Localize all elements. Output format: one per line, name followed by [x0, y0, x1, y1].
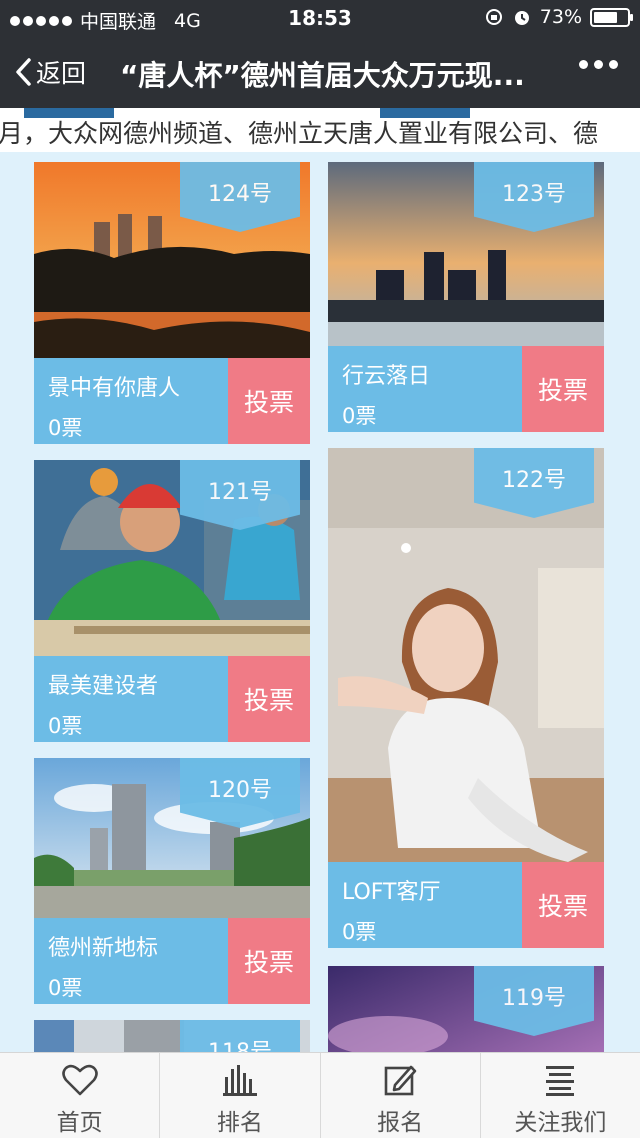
entry-name: 行云落日 [342, 364, 431, 389]
tab-signup[interactable]: 报名 [321, 1053, 481, 1138]
entry-card[interactable]: 121号 最美建设者 0票 投票 [34, 460, 310, 742]
vote-button[interactable]: 投票 [228, 358, 310, 444]
battery-icon [590, 7, 633, 27]
entry-info: LOFT客厅 0票 [328, 862, 522, 948]
back-label: 返回 [36, 59, 87, 88]
entry-name: 德州新地标 [48, 936, 159, 961]
rotation-lock-icon [485, 9, 502, 25]
entry-info: 德州新地标 0票 [34, 918, 228, 1004]
entry-name: 最美建设者 [48, 674, 159, 699]
entry-votes: 0票 [48, 416, 83, 440]
bottom-tab-bar: 首页 排名 报名 关注我们 [0, 1052, 640, 1138]
entry-votes: 0票 [48, 976, 83, 1000]
entry-name: LOFT客厅 [342, 880, 441, 905]
battery-percent: 73% [539, 6, 582, 28]
bar-chart-icon [222, 1065, 257, 1096]
tab-label: 排名 [216, 1110, 263, 1136]
vote-button[interactable]: 投票 [228, 656, 310, 742]
entry-votes: 0票 [342, 404, 377, 428]
entry-votes: 0票 [342, 920, 377, 944]
entry-card[interactable]: 122号 LOFT客厅 0票 投票 [328, 448, 604, 948]
announcement-marquee: 月，大众网德州频道、德州立天唐人置业有限公司、德 [0, 108, 640, 152]
entry-votes: 0票 [48, 714, 83, 738]
page-title: “唐人杯”德州首届大众万元现... [120, 59, 525, 92]
chevron-left-icon [16, 58, 31, 86]
alarm-icon [514, 11, 529, 25]
heart-icon [61, 1064, 98, 1096]
entry-name: 景中有你唐人 [48, 376, 181, 401]
vote-button[interactable]: 投票 [522, 346, 604, 432]
tab-follow-us[interactable]: 关注我们 [481, 1053, 640, 1138]
status-right: 73% [484, 6, 633, 28]
tab-label: 首页 [56, 1110, 103, 1136]
nav-bar: 返回 “唐人杯”德州首届大众万元现... [0, 36, 640, 108]
edit-icon [384, 1065, 417, 1096]
entry-info: 最美建设者 0票 [34, 656, 228, 742]
entry-card[interactable]: 123号 行云落日 0票 投票 [328, 162, 604, 432]
more-menu-button[interactable] [579, 60, 618, 69]
status-bar: 中国联通 4G 18:53 73% [0, 0, 640, 36]
follow-icon [546, 1066, 575, 1096]
back-button[interactable]: 返回 [14, 54, 86, 90]
entry-info: 行云落日 0票 [328, 346, 522, 432]
marquee-text: 月，大众网德州频道、德州立天唐人置业有限公司、德 [0, 119, 599, 148]
vote-button[interactable]: 投票 [522, 862, 604, 948]
vote-button[interactable]: 投票 [228, 918, 310, 1004]
tab-label: 关注我们 [514, 1110, 607, 1136]
entry-card[interactable]: 120号 德州新地标 0票 投票 [34, 758, 310, 1004]
entry-card[interactable]: 124号 景中有你唐人 0票 投票 [34, 162, 310, 444]
entry-info: 景中有你唐人 0票 [34, 358, 228, 444]
tab-ranking[interactable]: 排名 [160, 1053, 321, 1138]
tab-home[interactable]: 首页 [0, 1053, 161, 1138]
tab-label: 报名 [377, 1110, 424, 1136]
